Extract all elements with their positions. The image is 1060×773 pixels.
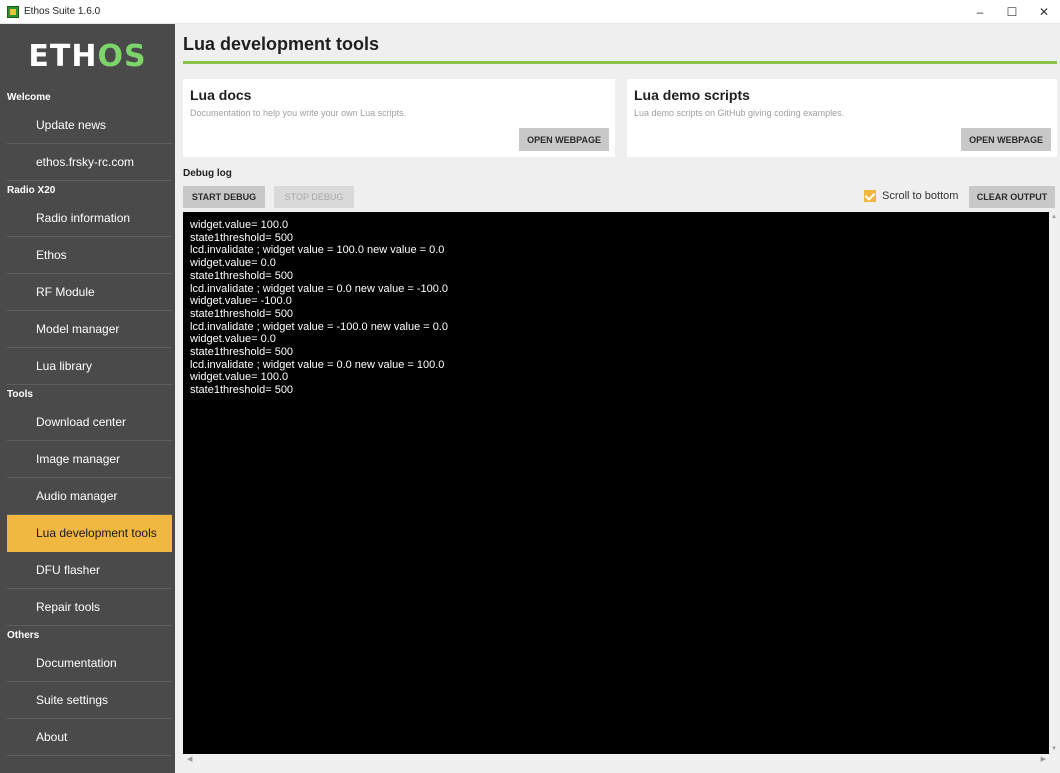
debug-log-output: widget.value= 100.0 state1threshold= 500 l… xyxy=(190,219,448,397)
sidebar-item-model-manager[interactable]: Model manager xyxy=(7,311,172,348)
sidebar-item-about[interactable]: About xyxy=(7,719,172,756)
log-line: lcd.invalidate ; widget value = -100.0 n… xyxy=(190,320,449,333)
log-line: state1threshold= 500 xyxy=(190,307,294,320)
stop-debug-button[interactable]: STOP DEBUG xyxy=(274,186,354,208)
sidebar-item-lua-library[interactable]: Lua library xyxy=(7,348,172,385)
log-line: state1threshold= 500 xyxy=(190,269,294,282)
lua-demo-scripts-card: Lua demo scripts Lua demo scripts on Git… xyxy=(627,79,1057,157)
scroll-right-icon[interactable]: ▶ xyxy=(1041,755,1046,763)
header-divider xyxy=(183,61,1057,64)
minimize-button[interactable]: – xyxy=(964,0,996,24)
sidebar-item-documentation[interactable]: Documentation xyxy=(7,645,172,682)
sidebar-nav: Welcome Update news ethos.frsky-rc.com Radi… xyxy=(0,88,175,756)
log-line: state1threshold= 500 xyxy=(190,231,294,244)
debug-log-label: Debug log xyxy=(183,168,232,179)
window-title: Ethos Suite 1.6.0 xyxy=(24,6,101,17)
vertical-scrollbar[interactable]: ▲ ▼ xyxy=(1049,212,1058,754)
sidebar-item-ethos-frsky-rc-com[interactable]: ethos.frsky-rc.com xyxy=(7,144,172,181)
log-line: widget.value= 100.0 xyxy=(190,219,289,231)
sidebar-item-download-center[interactable]: Download center xyxy=(7,404,172,441)
log-line: state1threshold= 500 xyxy=(190,346,294,359)
card-description: Documentation to help you write your own… xyxy=(190,108,407,118)
scroll-to-bottom-label: Scroll to bottom xyxy=(882,190,959,202)
scroll-to-bottom-toggle[interactable]: Scroll to bottom xyxy=(864,190,958,202)
horizontal-scrollbar[interactable]: ◀ ▶ xyxy=(183,754,1058,766)
sidebar-item-radio-information[interactable]: Radio information xyxy=(7,200,172,237)
section-header-welcome: Welcome xyxy=(7,92,51,103)
sidebar-item-dfu-flasher[interactable]: DFU flasher xyxy=(7,552,172,589)
close-button[interactable]: ✕ xyxy=(1028,0,1060,24)
logo-text: ETH xyxy=(28,38,98,74)
scroll-down-icon[interactable]: ▼ xyxy=(1051,746,1057,752)
card-title: Lua demo scripts xyxy=(634,87,750,103)
open-webpage-button[interactable]: OPEN WEBPAGE xyxy=(961,128,1051,151)
section-header-others: Others xyxy=(7,630,40,641)
log-line: widget.value= 100.0 xyxy=(190,371,289,384)
open-webpage-button[interactable]: OPEN WEBPAGE xyxy=(519,128,609,151)
sidebar-item-update-news[interactable]: Update news xyxy=(7,107,172,144)
page-title: Lua development tools xyxy=(183,33,380,54)
logo-area: ETHOS xyxy=(0,24,175,88)
log-line: widget.value= 0.0 xyxy=(190,257,276,270)
sidebar-item-repair-tools[interactable]: Repair tools xyxy=(7,589,172,626)
log-line: lcd.invalidate ; widget value = 100.0 ne… xyxy=(190,244,445,257)
scroll-left-icon[interactable]: ◀ xyxy=(187,755,192,763)
sidebar: ETHOS Welcome Update news ethos.frsky-rc.c… xyxy=(0,24,175,773)
sidebar-item-audio-manager[interactable]: Audio manager xyxy=(7,478,172,515)
log-line: widget.value= 0.0 xyxy=(190,333,276,346)
sidebar-item-image-manager[interactable]: Image manager xyxy=(7,441,172,478)
clear-output-button[interactable]: CLEAR OUTPUT xyxy=(969,186,1055,208)
card-title: Lua docs xyxy=(190,87,252,103)
section-header-radio-x20: Radio X20 xyxy=(7,185,56,196)
scroll-to-bottom-checkbox[interactable] xyxy=(864,190,876,202)
log-line: widget.value= -100.0 xyxy=(190,295,292,308)
window-titlebar: Ethos Suite 1.6.0 – ☐ ✕ xyxy=(0,0,1060,24)
main-content: Lua development tools Lua docs Documenta… xyxy=(175,24,1060,773)
log-line: lcd.invalidate ; widget value = 0.0 new … xyxy=(190,282,449,295)
scroll-up-icon[interactable]: ▲ xyxy=(1051,214,1057,220)
sidebar-item-rf-module[interactable]: RF Module xyxy=(7,274,172,311)
sidebar-item-suite-settings[interactable]: Suite settings xyxy=(7,682,172,719)
ethos-logo: ETHOS xyxy=(28,39,146,74)
maximize-button[interactable]: ☐ xyxy=(996,0,1028,24)
logo-text-accent: OS xyxy=(97,38,147,74)
card-description: Lua demo scripts on GitHub giving coding… xyxy=(634,108,845,118)
log-line: state1threshold= 500 xyxy=(190,384,294,397)
page-header: Lua development tools xyxy=(175,24,1060,64)
section-header-tools: Tools xyxy=(7,389,33,400)
app-icon xyxy=(7,5,19,18)
lua-docs-card: Lua docs Documentation to help you write… xyxy=(183,79,615,157)
sidebar-item-ethos[interactable]: Ethos xyxy=(7,237,172,274)
start-debug-button[interactable]: START DEBUG xyxy=(183,186,265,208)
sidebar-item-lua-development-tools[interactable]: Lua development tools xyxy=(7,515,172,552)
log-line: lcd.invalidate ; widget value = 0.0 new … xyxy=(190,358,445,371)
window-controls: – ☐ ✕ xyxy=(964,0,1060,24)
debug-console[interactable]: widget.value= 100.0 state1threshold= 500 l… xyxy=(183,212,1058,766)
